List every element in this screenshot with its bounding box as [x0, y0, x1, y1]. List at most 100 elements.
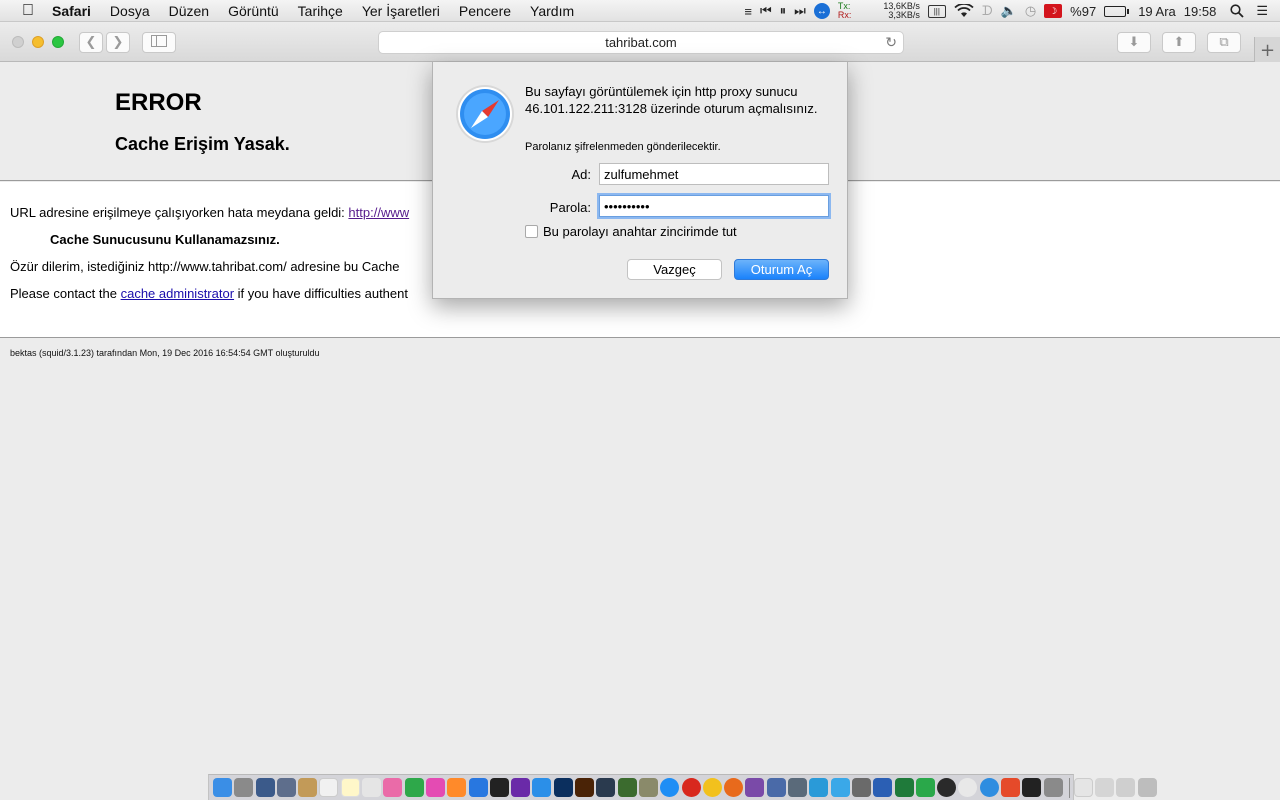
lightroom-icon[interactable]	[596, 778, 616, 797]
utorrent-icon[interactable]	[915, 778, 935, 797]
app-purple-icon[interactable]	[511, 778, 531, 797]
battery-charging-icon[interactable]	[1104, 5, 1130, 17]
finder-icon[interactable]	[213, 778, 232, 797]
back-button[interactable]: ❮	[79, 32, 103, 53]
share-icon: ⬆	[1173, 35, 1185, 50]
menu-safari[interactable]: Safari	[52, 3, 91, 19]
app-green-icon[interactable]	[617, 778, 637, 797]
document-icon[interactable]	[1073, 778, 1093, 797]
ibooks-icon[interactable]	[447, 778, 467, 797]
photos-icon[interactable]	[383, 778, 403, 797]
pause-icon[interactable]: ⏸	[780, 3, 787, 19]
error-url-link[interactable]: http://www	[348, 205, 409, 220]
error-contact-line: Please contact the cache administrator i…	[10, 286, 408, 301]
memory-icon[interactable]: |||	[927, 4, 946, 18]
teamviewer-dock-icon[interactable]	[979, 778, 999, 797]
notes-icon[interactable]	[340, 778, 360, 797]
menu-goruntu[interactable]: Görüntü	[228, 3, 279, 19]
login-button[interactable]: Oturum Aç	[734, 259, 829, 280]
teamviewer-icon[interactable]: ↔	[813, 3, 830, 19]
turkish-flag-icon[interactable]: ☽	[1044, 4, 1063, 18]
new-tab-button[interactable]: +	[1254, 37, 1280, 63]
share-button[interactable]: ⬆	[1162, 32, 1196, 53]
address-bar[interactable]: tahribat.com ↻	[378, 31, 904, 54]
wifi-icon[interactable]	[954, 4, 974, 18]
notification-center-icon[interactable]: ☰	[1256, 3, 1268, 19]
error-url-text: URL adresine erişilmeye çalışıyorken hat…	[10, 205, 345, 220]
window-minimize-button[interactable]	[32, 36, 44, 48]
menu-dosya[interactable]: Dosya	[110, 3, 150, 19]
photoshop-icon[interactable]	[553, 778, 573, 797]
error-reason: Cache Sunucusunu Kullanamazsınız.	[50, 232, 280, 247]
tab-overview-button[interactable]: ⧉	[1207, 32, 1241, 53]
battery-percent[interactable]: %97	[1070, 4, 1096, 19]
app-fox-icon[interactable]	[1000, 778, 1020, 797]
name-label: Ad:	[571, 167, 591, 182]
excel-icon[interactable]	[894, 778, 914, 797]
app-dark-icon[interactable]	[937, 778, 957, 797]
menu-pencere[interactable]: Pencere	[459, 3, 511, 19]
app-chat-icon[interactable]	[830, 778, 850, 797]
cache-admin-link[interactable]: cache administrator	[121, 286, 234, 301]
app-blue-icon[interactable]	[766, 778, 786, 797]
app-cloud-icon[interactable]	[809, 778, 829, 797]
sidebar-button[interactable]	[142, 32, 176, 53]
app-gray-icon[interactable]	[851, 778, 871, 797]
previous-track-icon[interactable]: ⏮	[760, 3, 772, 19]
nox-icon[interactable]	[489, 778, 509, 797]
window-zoom-button[interactable]	[52, 36, 64, 48]
app-store-icon[interactable]	[468, 778, 488, 797]
opera-icon[interactable]	[681, 778, 701, 797]
firefox-icon[interactable]	[724, 778, 744, 797]
apple-menu-icon[interactable]: 	[18, 2, 38, 20]
keychain-checkbox-row[interactable]: Bu parolayı anahtar zincirimde tut	[525, 224, 737, 239]
network-monitor[interactable]: Tx: 13,6KB/s Rx: 3,3KB/s	[838, 2, 920, 20]
squid-footer: bektas (squid/3.1.23) tarafından Mon, 19…	[10, 348, 320, 358]
error-title: ERROR	[115, 89, 202, 116]
menu-tarihce[interactable]: Tarihçe	[298, 3, 343, 19]
system-prefs-icon[interactable]	[532, 778, 552, 797]
next-track-icon[interactable]: ⏭	[794, 3, 806, 19]
name-field[interactable]	[599, 163, 829, 185]
menu-yardim[interactable]: Yardım	[530, 3, 574, 19]
date-label[interactable]: 19 Ara	[1138, 4, 1176, 19]
stack-icon[interactable]	[1116, 778, 1136, 797]
downloads-button[interactable]: ⬇	[1117, 32, 1151, 53]
menu-yer-isaretleri[interactable]: Yer İşaretleri	[362, 3, 440, 19]
playlist-icon[interactable]: ≡	[744, 4, 752, 19]
mission-control-icon[interactable]	[255, 778, 275, 797]
net-rx-label: Rx:	[837, 10, 852, 20]
safari-icon[interactable]	[660, 778, 680, 797]
bridge-icon[interactable]	[575, 778, 595, 797]
status-area: ≡ ⏮ ⏸ ⏭ ↔ Tx: 13,6KB/s Rx: 3,3KB/s ||| ᗪ 🔈…	[736, 0, 1280, 22]
app-monitor-icon[interactable]	[788, 778, 808, 797]
menu-duzen[interactable]: Düzen	[169, 3, 209, 19]
bluetooth-icon[interactable]: ᗪ	[982, 3, 993, 19]
chrome-icon[interactable]	[702, 778, 722, 797]
time-machine-icon[interactable]: ◷	[1025, 3, 1036, 19]
itunes-icon[interactable]	[425, 778, 445, 797]
forward-button[interactable]: ❯	[106, 32, 130, 53]
app-light-icon[interactable]	[958, 778, 978, 797]
spotlight-search-icon[interactable]	[1230, 4, 1244, 18]
keychain-checkbox[interactable]	[525, 225, 538, 238]
cancel-button[interactable]: Vazgeç	[627, 259, 722, 280]
downloads-stack-icon[interactable]	[1095, 778, 1115, 797]
reminders-icon[interactable]	[362, 778, 382, 797]
app-utility-icon[interactable]	[1043, 778, 1063, 797]
volume-icon[interactable]: 🔈	[1001, 3, 1017, 19]
calendar-icon[interactable]	[319, 778, 339, 797]
preview-icon[interactable]	[276, 778, 296, 797]
app-tools-icon[interactable]	[638, 778, 658, 797]
reload-icon[interactable]: ↻	[885, 34, 897, 51]
app-violet-icon[interactable]	[745, 778, 765, 797]
contacts-icon[interactable]	[298, 778, 318, 797]
time-label[interactable]: 19:58	[1184, 4, 1217, 19]
messages-icon[interactable]	[404, 778, 424, 797]
word-icon[interactable]	[873, 778, 893, 797]
window-close-button[interactable]	[12, 36, 24, 48]
launchpad-icon[interactable]	[234, 778, 254, 797]
trash-icon[interactable]	[1137, 778, 1157, 797]
password-field[interactable]	[599, 195, 829, 217]
terminal-icon[interactable]	[1022, 778, 1042, 797]
